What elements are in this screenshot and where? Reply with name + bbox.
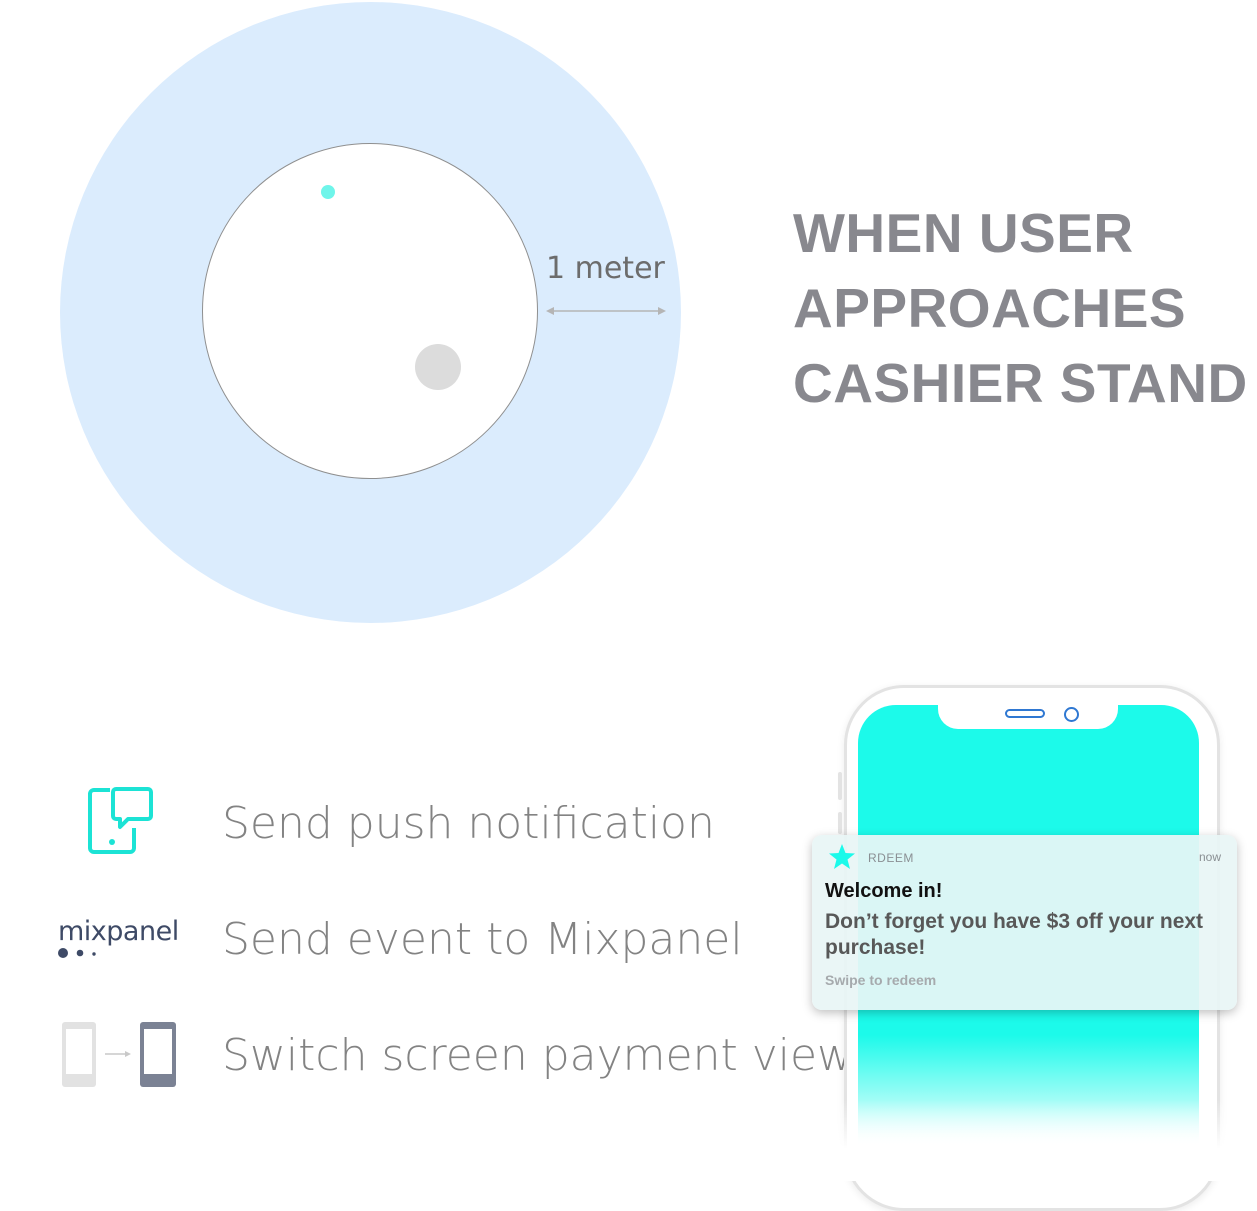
camera-icon <box>1064 707 1079 722</box>
notification-footer: Swipe to redeem <box>825 972 937 988</box>
push-notification-icon <box>88 786 154 856</box>
action-label-push: Send push notification <box>222 798 715 849</box>
cashier-stand-zone <box>202 143 538 479</box>
star-icon <box>829 844 855 869</box>
mixpanel-logo: mixpanel <box>58 916 179 947</box>
action-label-mixpanel: Send event to Mixpanel <box>222 914 743 965</box>
speaker-icon <box>1005 709 1045 718</box>
notification-app-name: RDEEM <box>868 851 914 865</box>
notification-time: now <box>1198 850 1221 864</box>
mixpanel-dots-icon <box>58 948 96 958</box>
action-label-switch: Switch screen payment view <box>222 1030 854 1081</box>
distance-label: 1 meter <box>546 251 665 286</box>
switch-screen-icon <box>61 1021 177 1088</box>
cashier-stand-dot <box>415 344 461 390</box>
phone-side-button <box>838 812 842 834</box>
headline-line-2: APPROACHES <box>793 277 1187 339</box>
headline: WHEN USER APPROACHES CASHIER STAND <box>793 196 1248 421</box>
headline-line-1: WHEN USER <box>793 202 1134 264</box>
phone-bottom-fade <box>830 1100 1250 1181</box>
notification-body: Don’t forget you have $3 off your next p… <box>825 910 1204 959</box>
push-notification-card[interactable]: RDEEM now Welcome in! Don’t forget you h… <box>812 835 1237 1010</box>
distance-arrow-icon <box>546 307 666 315</box>
headline-line-3: CASHIER STAND <box>793 352 1248 414</box>
notification-title: Welcome in! <box>825 880 943 902</box>
user-location-dot <box>321 185 335 199</box>
phone-side-button <box>838 772 842 800</box>
